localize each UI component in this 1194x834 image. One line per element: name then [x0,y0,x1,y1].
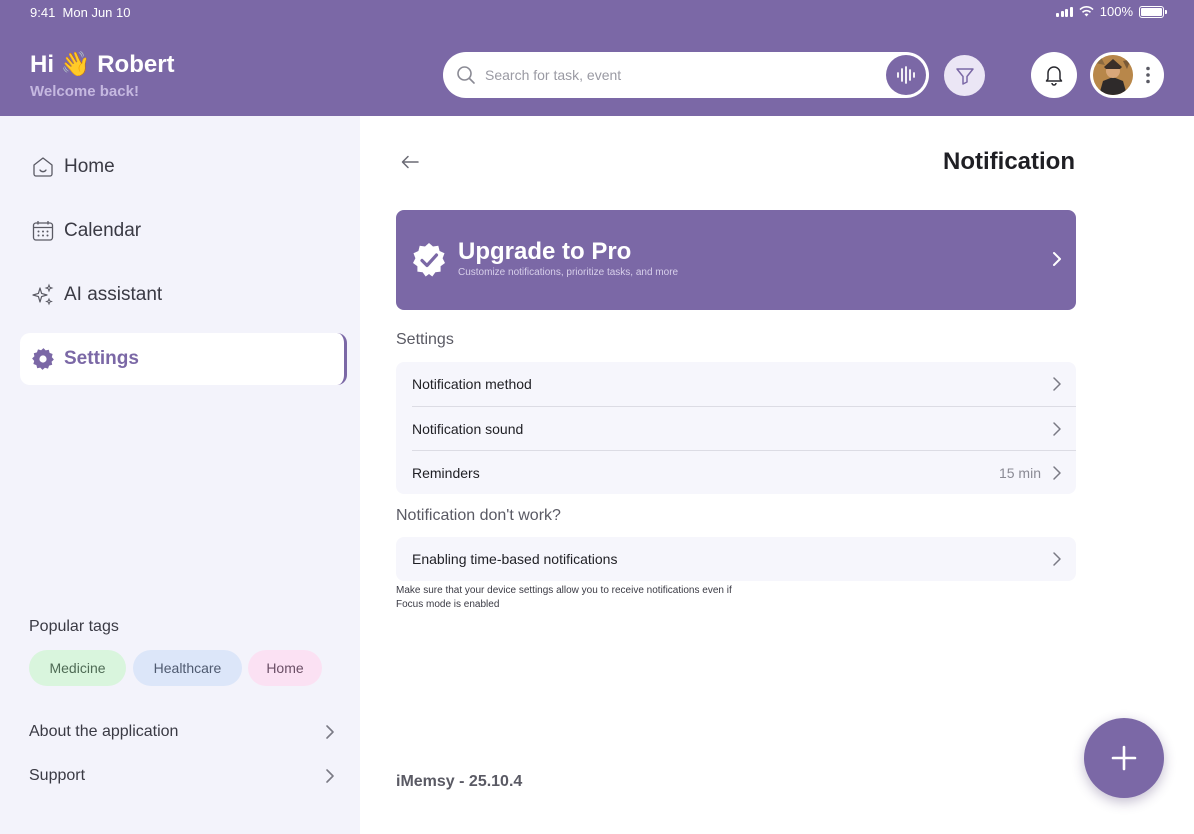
row-label: Notification sound [412,420,524,437]
plus-icon [1111,745,1137,771]
settings-list: Notification method Notification sound R… [396,362,1076,494]
add-task-button[interactable] [1084,718,1164,798]
popular-tags-title: Popular tags [29,618,119,635]
app-header: 9:41 Mon Jun 10 100% Hi 👋 Robert Welcome… [0,0,1194,116]
chevron-right-icon [1053,422,1061,436]
sidebar-item-settings[interactable]: Settings [20,333,347,385]
wifi-icon [1079,6,1094,17]
sidebar-item-label: AI assistant [64,284,163,305]
chevron-right-icon [1053,252,1061,266]
arrow-left-icon [401,155,419,169]
search-input[interactable] [485,52,875,98]
verified-badge-icon [413,243,445,277]
sidebar-item-label: Calendar [64,220,142,241]
filter-icon [955,67,974,85]
sparkles-icon [30,282,56,308]
upgrade-pro-banner[interactable]: Upgrade to Pro Customize notifications, … [396,210,1076,310]
greeting-title: Hi 👋 Robert [30,51,175,78]
tag-chip-healthcare[interactable]: Healthcare [133,650,242,686]
voice-search-button[interactable] [886,55,926,95]
chevron-right-icon [1053,466,1061,480]
cellular-signal-icon [1056,6,1073,17]
chevron-right-icon [1053,552,1061,566]
help-section-title: Notification don't work? [396,507,561,524]
welcome-subtitle: Welcome back! [30,83,139,100]
back-button[interactable] [396,148,424,176]
sidebar-item-ai-assistant[interactable]: AI assistant [20,269,347,321]
pro-banner-subtitle: Customize notifications, prioritize task… [458,267,679,278]
about-application-link[interactable]: About the application [29,717,335,747]
chevron-right-icon [326,769,334,783]
status-bar: 9:41 Mon Jun 10 100% [0,0,1194,24]
settings-section-title: Settings [396,331,454,348]
chevron-right-icon [1053,377,1061,391]
voice-wave-icon [897,66,915,84]
row-label: Notification method [412,376,532,392]
notification-sound-row[interactable]: Notification sound [412,406,1076,450]
sidebar-item-calendar[interactable]: Calendar [20,205,347,257]
battery-percent: 100% [1099,4,1133,19]
home-icon [30,154,56,180]
status-indicators: 100% [1056,4,1167,19]
enable-time-notifications-row[interactable]: Enabling time-based notifications [396,537,1076,581]
page-title: Notification [943,148,1075,175]
status-date: Mon Jun 10 [62,5,131,20]
gear-icon [30,346,56,372]
status-time: 9:41 Mon Jun 10 [30,5,130,20]
notification-method-row[interactable]: Notification method [396,362,1076,406]
app-version: iMemsy - 25.10.4 [396,773,523,790]
about-application-label: About the application [29,723,179,740]
chevron-right-icon [326,725,334,739]
pro-banner-title: Upgrade to Pro [458,238,632,265]
bell-icon [1045,66,1063,86]
sidebar: Home Calendar AI assistant Settings Popu… [0,116,360,834]
sidebar-item-label: Home [64,156,115,177]
tag-chip-home[interactable]: Home [248,650,322,686]
sidebar-item-home[interactable]: Home [20,141,347,193]
profile-menu-button[interactable] [1090,52,1164,98]
support-link[interactable]: Support [29,761,335,791]
more-vertical-icon [1146,66,1150,84]
tag-chip-medicine[interactable]: Medicine [29,650,126,686]
reminders-value: 15 min [998,465,1041,481]
calendar-icon [30,218,56,244]
support-label: Support [29,767,86,784]
row-label: Enabling time-based notifications [412,551,618,567]
filter-button[interactable] [944,55,985,96]
row-label: Reminders [412,464,480,481]
battery-icon [1139,5,1167,18]
help-note: Make sure that your device settings allo… [396,585,732,610]
search-bar[interactable] [443,52,929,98]
reminders-row[interactable]: Reminders 15 min [412,450,1076,494]
help-list: Enabling time-based notifications [396,537,1076,581]
avatar[interactable] [1093,55,1133,95]
notifications-button[interactable] [1031,52,1077,98]
sidebar-item-label: Settings [64,348,139,369]
status-clock: 9:41 [30,5,56,20]
search-icon [457,66,475,84]
